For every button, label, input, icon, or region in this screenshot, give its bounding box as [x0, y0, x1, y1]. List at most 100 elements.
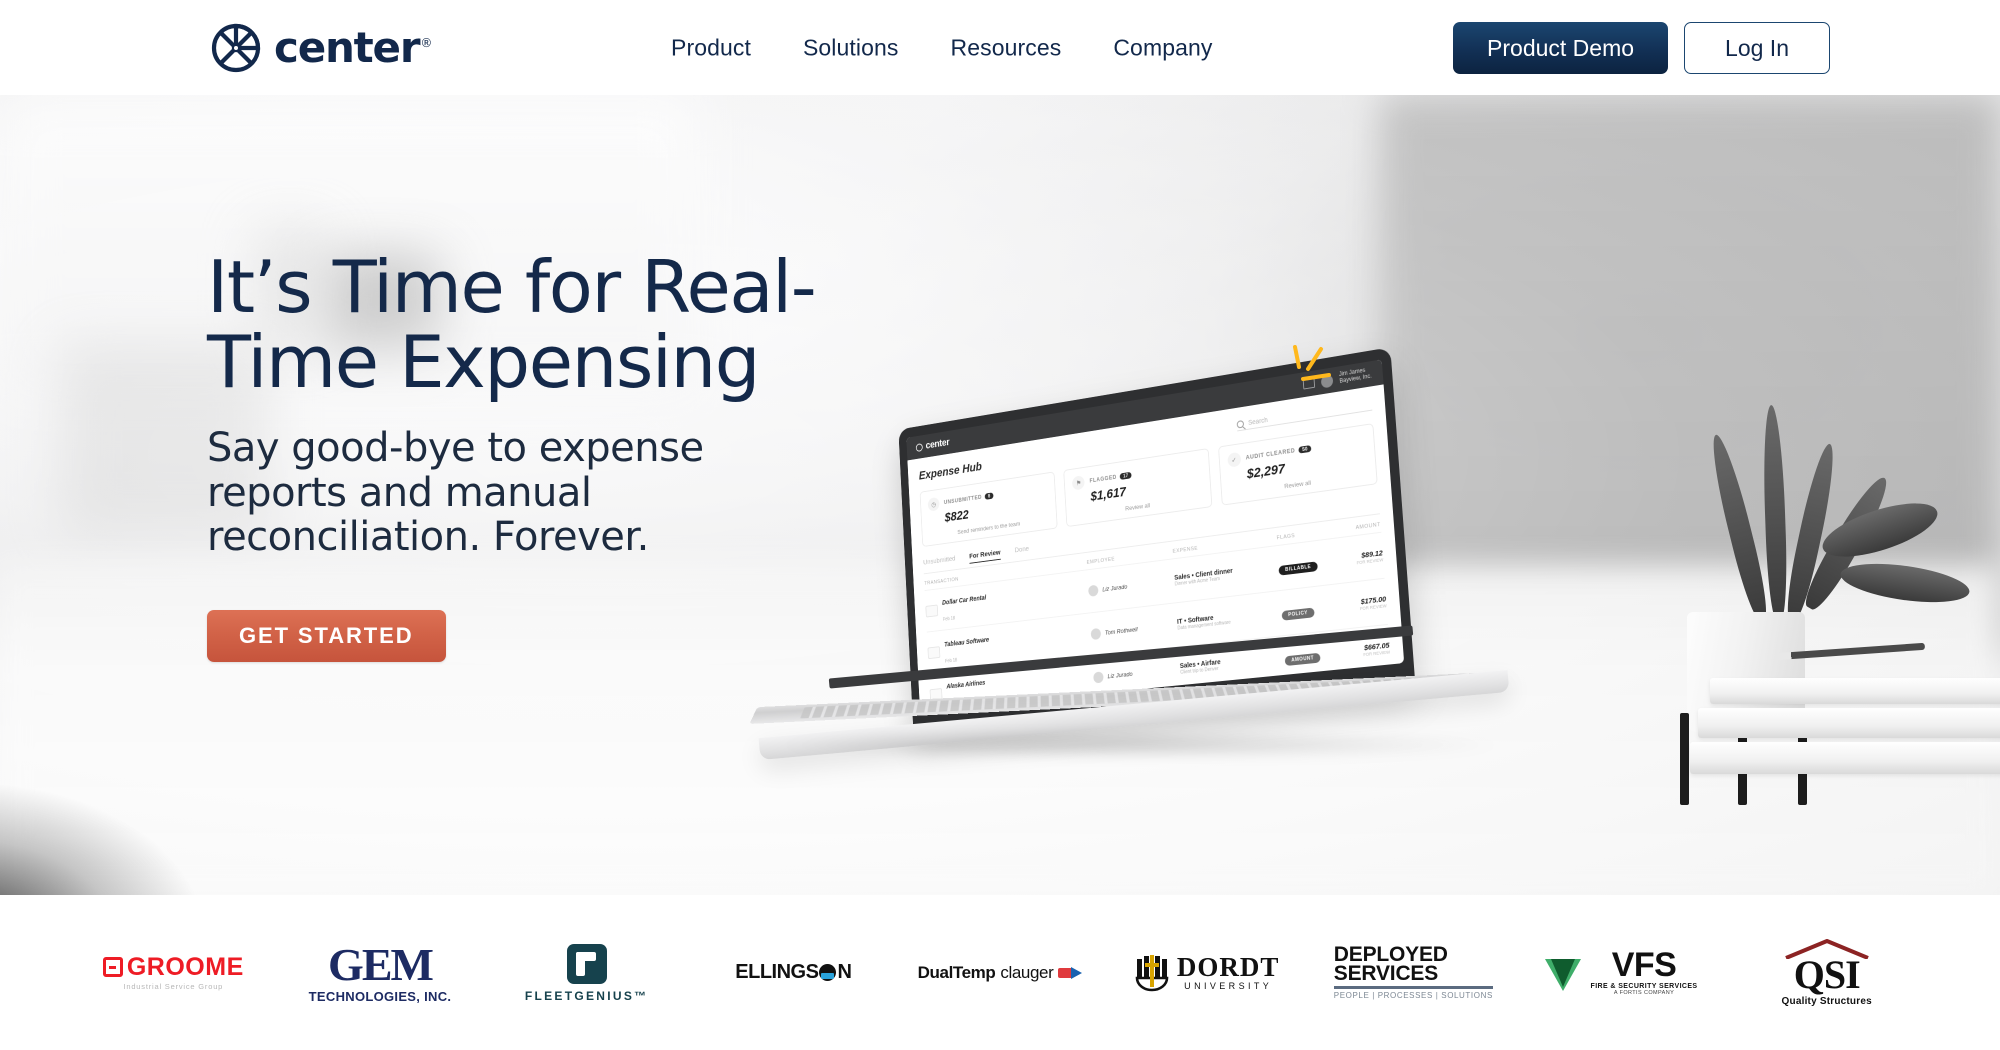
qsi-name: QSI — [1794, 955, 1860, 995]
vfs-triangle-icon — [1543, 953, 1583, 993]
employee-cell: Tom Rothwell — [1091, 619, 1178, 640]
groome-tagline: Industrial Service Group — [123, 983, 223, 991]
dordt-tagline: UNIVERSITY — [1184, 982, 1272, 991]
stat-count-badge: 50 — [1298, 445, 1311, 454]
nav-item-product[interactable]: Product — [645, 34, 777, 61]
center-logo-icon — [210, 22, 262, 74]
deployed-tagline: PEOPLE | PROCESSES | SOLUTIONS — [1334, 992, 1493, 1000]
nav-item-company[interactable]: Company — [1087, 34, 1238, 61]
page-title: Expense Hub — [918, 459, 982, 482]
sparkle-icon — [1285, 345, 1345, 395]
dualtemp-name: DualTemp — [918, 963, 996, 983]
book — [1690, 742, 2000, 774]
vfs-text: VFS FIRE & SECURITY SERVICES A FORTIS CO… — [1591, 948, 1698, 997]
stat-card-audit-cleared[interactable]: ✓ AUDIT CLEARED 50 $2,297 Review all — [1218, 423, 1378, 506]
merchant-logo — [927, 646, 940, 659]
expense-cell: IT • Software Data management software — [1177, 607, 1282, 631]
clauger-name: clauger — [1000, 963, 1053, 983]
fleetgenius-mark-icon — [567, 944, 607, 984]
landing-page: center® Product Solutions Resources Comp… — [0, 0, 2000, 1050]
deployed-name-line2: SERVICES — [1334, 964, 1438, 983]
customer-logo-strip: GROOME Industrial Service Group GEM TECH… — [0, 895, 2000, 1050]
hero-heading-line-1: It’s Time for Real- — [207, 245, 815, 329]
amount-cell: $667.05 FOR REVIEW — [1344, 641, 1390, 659]
flags-cell: POLICY — [1281, 598, 1341, 622]
app-logo: center — [916, 437, 950, 453]
header-actions: Product Demo Log In — [1453, 22, 1830, 74]
trademark-icon: ™ — [634, 989, 648, 1003]
groome-row: GROOME — [103, 955, 244, 980]
groome-lockup: GROOME Industrial Service Group — [103, 955, 244, 991]
nav-item-solutions[interactable]: Solutions — [777, 34, 925, 61]
dordt-name: DORDT — [1177, 954, 1280, 981]
logo-dordt-university[interactable]: DORDT UNIVERSITY — [1103, 895, 1310, 1050]
logo-dualtemp-clauger[interactable]: DualTemp clauger — [897, 895, 1104, 1050]
center-logo[interactable]: center® — [210, 22, 432, 74]
logo-gem-technologies[interactable]: GEM TECHNOLOGIES, INC. — [277, 895, 484, 1050]
dordt-crest-icon — [1134, 953, 1170, 993]
tab-unsubmitted[interactable]: Unsubmitted — [923, 554, 956, 570]
center-logo-wordmark: center® — [274, 27, 432, 69]
merchant-name: Tableau Software — [944, 637, 989, 648]
employee-name: Liz Jurado — [1102, 583, 1127, 593]
gem-lockup: GEM TECHNOLOGIES, INC. — [309, 942, 452, 1003]
ellingson-name: ELLINGS — [735, 961, 818, 984]
product-demo-button[interactable]: Product Demo — [1453, 22, 1668, 74]
stat-count-badge: 8 — [985, 492, 994, 499]
clock-icon: ◷ — [928, 497, 940, 512]
ellingson-name-end: N — [837, 961, 851, 984]
amount-cell: $175.00 FOR REVIEW — [1340, 594, 1386, 613]
stand-leg — [1680, 713, 1689, 805]
app-logo-icon — [916, 443, 923, 452]
merchant-date: Feb 18 — [943, 616, 955, 623]
logo-fleetgenius[interactable]: FLEETGENIUS™ — [483, 895, 690, 1050]
hero-corner-shadow — [0, 785, 200, 895]
ellingson-o-icon — [819, 964, 836, 981]
hero-section: center Jim James Bayview, Inc. Expense H… — [0, 95, 2000, 895]
logo-deployed-services[interactable]: DEPLOYED SERVICES PEOPLE | PROCESSES | S… — [1310, 895, 1517, 1050]
groome-name: GROOME — [127, 955, 244, 980]
logo-vfs[interactable]: VFS FIRE & SECURITY SERVICES A FORTIS CO… — [1517, 895, 1724, 1050]
stat-card-flagged[interactable]: ⚑ FLAGGED 17 $1,617 Review all — [1064, 448, 1213, 527]
stat-card-unsubmitted[interactable]: ◷ UNSUBMITTED 8 $822 Send reminders to t… — [920, 471, 1058, 547]
book — [1698, 708, 2000, 738]
status-badge: BILLABLE — [1279, 561, 1318, 575]
gem-name: GEM — [328, 942, 432, 988]
main-navigation: Product Solutions Resources Company — [645, 34, 1238, 61]
fleetgenius-name: FLEETGENIUS™ — [525, 990, 649, 1002]
vfs-name: VFS — [1612, 948, 1677, 982]
qsi-roof-icon — [1783, 939, 1871, 959]
merchant-logo — [925, 604, 938, 617]
gem-tagline: TECHNOLOGIES, INC. — [309, 990, 452, 1003]
nav-item-resources[interactable]: Resources — [925, 34, 1088, 61]
vfs-tagline-2: A FORTIS COMPANY — [1614, 991, 1674, 997]
groome-mark-icon — [103, 957, 123, 977]
arrow-icon — [1058, 966, 1082, 980]
log-in-button[interactable]: Log In — [1684, 22, 1830, 74]
get-started-button[interactable]: GET STARTED — [207, 610, 446, 662]
registered-trademark-icon: ® — [420, 36, 432, 50]
merchant-text: Dollar Car Rental Feb 18 — [942, 588, 988, 625]
hero-heading-line-2: Time Expensing — [207, 320, 759, 404]
employee-cell: Liz Jurado — [1088, 575, 1175, 597]
employee-name: Tom Rothwell — [1105, 626, 1138, 636]
avatar — [1088, 585, 1099, 597]
hero-decor — [1480, 190, 2000, 895]
status-badge: POLICY — [1282, 607, 1315, 620]
logo-groome[interactable]: GROOME Industrial Service Group — [70, 895, 277, 1050]
logo-ellingson[interactable]: ELLINGS N — [690, 895, 897, 1050]
expense-cell: Sales • Client dinner Dinner with Acme T… — [1174, 562, 1279, 587]
tab-for-review[interactable]: For Review — [969, 548, 1001, 564]
search-icon — [1237, 420, 1244, 429]
fleetgenius-lockup: FLEETGENIUS™ — [525, 944, 649, 1002]
qsi-tagline: Quality Structures — [1782, 997, 1872, 1007]
logo-qsi[interactable]: QSI Quality Structures — [1723, 895, 1930, 1050]
stat-label: FLAGGED 17 — [1089, 472, 1131, 485]
search-placeholder: Search — [1248, 417, 1268, 427]
flag-icon: ⚑ — [1072, 475, 1085, 490]
ellingson-lockup: ELLINGS N — [735, 961, 851, 984]
plant-leaf — [1761, 405, 1788, 621]
hero-copy: It’s Time for Real- Time Expensing Say g… — [207, 250, 847, 662]
dordt-text: DORDT UNIVERSITY — [1177, 954, 1280, 991]
tab-done[interactable]: Done — [1014, 544, 1029, 558]
